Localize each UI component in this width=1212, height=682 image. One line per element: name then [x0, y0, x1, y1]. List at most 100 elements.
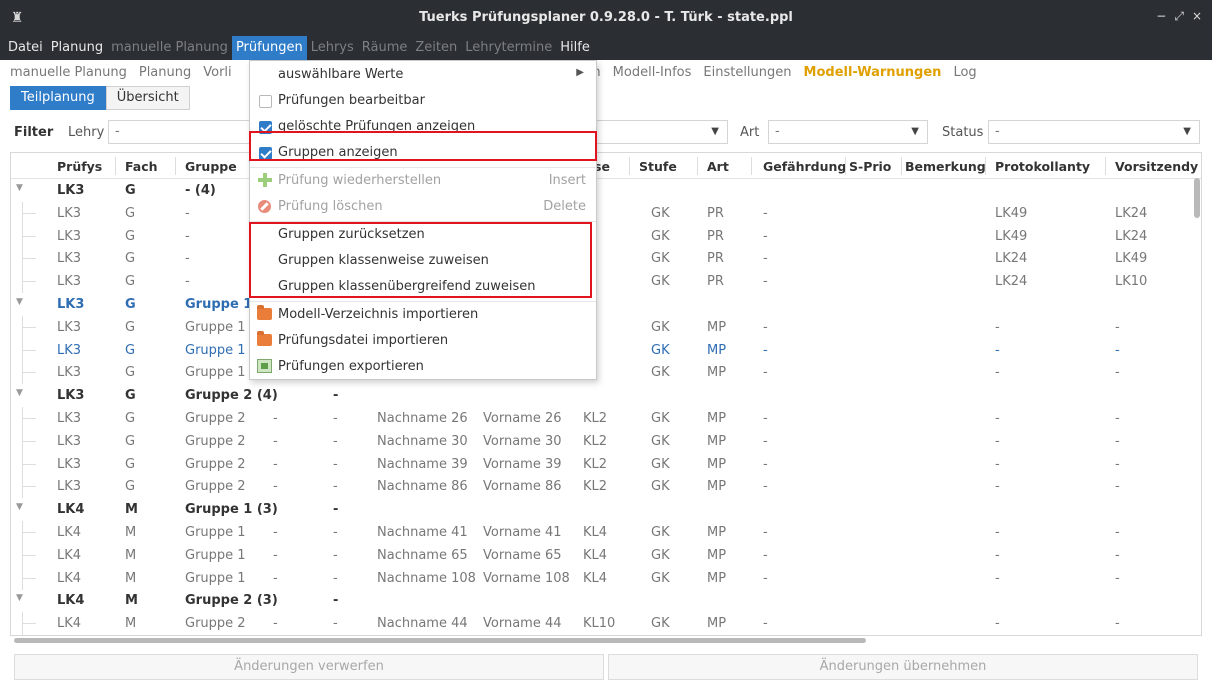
- table-cell: -: [995, 547, 1000, 563]
- horizontal-scrollbar[interactable]: [14, 638, 866, 643]
- tab-teilplanung[interactable]: Teilplanung: [10, 86, 106, 110]
- table-cell: LK49: [995, 205, 1028, 221]
- table-row[interactable]: LK3 G Gruppe 1 GK MP - - -: [11, 338, 1201, 362]
- checkbox-icon[interactable]: [259, 95, 272, 108]
- tab-planung[interactable]: Planung: [133, 65, 197, 80]
- menu-item-pruefungsdatei-importieren[interactable]: Prüfungsdatei importieren: [250, 328, 596, 354]
- menu-item-auswaehlbare-werte[interactable]: auswählbare Werte ▶: [250, 62, 596, 88]
- table-row[interactable]: LK3 G Gruppe 2 - - Nachname 26 Vorname 26 KL2 GK…: [11, 407, 1201, 430]
- col-vorsitzendy[interactable]: Vorsitzendy: [1115, 159, 1198, 174]
- pruefungen-menu: auswählbare Werte ▶ Prüfungen bearbeitbar g…: [249, 60, 597, 380]
- menu-item-gruppen-anzeigen[interactable]: Gruppen anzeigen: [250, 140, 596, 166]
- vertical-scrollbar[interactable]: [1194, 178, 1200, 218]
- menu-raeume[interactable]: Räume: [358, 36, 412, 60]
- menu-lehrys[interactable]: Lehrys: [307, 36, 358, 60]
- table-row[interactable]: LK3 G Gruppe 1 GK MP - - -: [11, 361, 1201, 385]
- apply-changes-button[interactable]: Änderungen übernehmen: [608, 654, 1198, 680]
- menu-hilfe[interactable]: Hilfe: [556, 36, 594, 60]
- col-fach[interactable]: Fach: [125, 159, 158, 174]
- tab-vorlieben[interactable]: Vorli: [197, 65, 237, 80]
- menu-item-geloeschte-pruefungen-anzeigen[interactable]: gelöschte Prüfungen anzeigen: [250, 114, 596, 140]
- table-row[interactable]: LK4 M Gruppe 1 - - Nachname 108 Vorname 108 KL4…: [11, 566, 1201, 590]
- minimize-icon[interactable]: −: [1156, 9, 1166, 24]
- col-stufe[interactable]: Stufe: [639, 159, 677, 174]
- table-cell: -: [273, 411, 278, 426]
- menu-item-gruppen-klassenuebergreifend-zuweisen[interactable]: Gruppen klassenübergreifend zuweisen: [250, 274, 596, 300]
- exam-table[interactable]: Prüfys Fach Gruppe se Stufe Art Gefährdu…: [10, 152, 1202, 636]
- table-cell: KL2: [583, 456, 608, 472]
- col-art[interactable]: Art: [707, 159, 729, 174]
- table-cell: Vorname 41: [483, 525, 562, 540]
- table-row[interactable]: LK3 G - GK PR - LK24 LK10: [11, 270, 1201, 294]
- expand-triangle-icon[interactable]: ▼: [16, 297, 23, 307]
- col-protokollanty[interactable]: Protokollanty: [995, 159, 1090, 174]
- table-row[interactable]: LK4 M Gruppe 2 - - Nachname 44 Vorname 44 KL10 G…: [11, 612, 1201, 635]
- table-group-row[interactable]: ▼ LK4 M Gruppe 1 (3) -: [11, 498, 1201, 521]
- tab-manuelle-planung[interactable]: manuelle Planung: [4, 65, 133, 80]
- table-cell: MP: [707, 342, 727, 358]
- menu-lehrytermine[interactable]: Lehrytermine: [461, 36, 556, 60]
- table-cell: -: [995, 616, 1000, 632]
- delete-icon: [258, 200, 271, 213]
- col-bemerkung[interactable]: Bemerkung: [905, 159, 986, 174]
- col-s-prio[interactable]: S-Prio: [849, 159, 891, 174]
- menu-item-gruppen-klassenweise-zuweisen[interactable]: Gruppen klassenweise zuweisen: [250, 248, 596, 274]
- table-cell: GK: [651, 570, 670, 586]
- menu-item-modell-verzeichnis-importieren[interactable]: Modell-Verzeichnis importieren: [250, 302, 596, 328]
- sub-tab-bar: Teilplanung Übersicht: [10, 86, 190, 110]
- table-group-row[interactable]: ▼ LK4 M Gruppe 2 (3) -: [11, 589, 1201, 612]
- expand-triangle-icon[interactable]: ▼: [16, 388, 23, 398]
- art-filter-select[interactable]: - ▼: [768, 120, 928, 144]
- table-cell: -: [763, 365, 768, 381]
- tab-einstellungen[interactable]: Einstellungen: [697, 65, 797, 80]
- table-row[interactable]: LK3 G Gruppe 2 - - Nachname 86 Vorname 86 KL2 GK…: [11, 475, 1201, 499]
- table-cell: PR: [707, 274, 724, 290]
- menu-bar: Datei Planung manuelle Planung Prüfungen…: [0, 36, 1212, 60]
- lehry-filter-value: -: [115, 124, 120, 139]
- status-filter-select[interactable]: - ▼: [988, 120, 1200, 144]
- table-group-row[interactable]: ▼ LK3 G Gruppe 2 (4) -: [11, 384, 1201, 407]
- table-row[interactable]: LK3 G - GK PR - LK49 LK24: [11, 224, 1201, 248]
- table-cell: G: [125, 205, 136, 221]
- table-cell: GK: [651, 433, 670, 449]
- menu-pruefungen[interactable]: Prüfungen: [231, 36, 307, 60]
- table-cell: G: [125, 456, 136, 472]
- table-cell: Gruppe 1: [185, 297, 253, 312]
- col-pruefys[interactable]: Prüfys: [57, 159, 102, 174]
- table-cell: -: [333, 593, 339, 609]
- table-row[interactable]: LK4MGruppe 2--Nachname 88Vorname 88KL10G…: [11, 635, 1201, 636]
- table-group-row[interactable]: ▼ LK3 G - (4): [11, 179, 1201, 202]
- discard-changes-button[interactable]: Änderungen verwerfen: [14, 654, 604, 680]
- menu-planung[interactable]: Planung: [47, 36, 107, 60]
- col-gruppe[interactable]: Gruppe: [185, 159, 237, 174]
- tab-uebersicht[interactable]: Übersicht: [105, 86, 190, 110]
- menu-item-gruppen-zuruecksetzen[interactable]: Gruppen zurücksetzen: [250, 222, 596, 248]
- table-row[interactable]: LK4 M Gruppe 1 - - Nachname 41 Vorname 41 KL4 GK…: [11, 521, 1201, 544]
- menu-item-pruefung-wiederherstellen[interactable]: Prüfung wiederherstellen Insert: [250, 168, 596, 194]
- menu-item-pruefungen-exportieren[interactable]: Prüfungen exportieren: [250, 354, 596, 380]
- menu-zeiten[interactable]: Zeiten: [411, 36, 461, 60]
- tab-log[interactable]: Log: [947, 65, 982, 80]
- table-row[interactable]: LK3 G Gruppe 1 GK MP - - -: [11, 315, 1201, 339]
- table-group-row[interactable]: ▼ LK3 G Gruppe 1: [11, 293, 1201, 316]
- menu-manuelle-planung[interactable]: manuelle Planung: [107, 36, 232, 60]
- maximize-icon[interactable]: ⤢: [1174, 9, 1184, 24]
- table-row[interactable]: LK3 G Gruppe 2 - - Nachname 30 Vorname 30 KL2 GK…: [11, 429, 1201, 453]
- checkbox-icon[interactable]: [259, 147, 272, 160]
- menu-item-pruefungen-bearbeitbar[interactable]: Prüfungen bearbeitbar: [250, 88, 596, 114]
- tab-modell-warnungen[interactable]: Modell-Warnungen: [798, 65, 948, 80]
- tab-modell-infos[interactable]: Modell-Infos: [607, 65, 698, 80]
- table-row[interactable]: LK3 G Gruppe 2 - - Nachname 39 Vorname 39 KL2 GK…: [11, 452, 1201, 476]
- expand-triangle-icon[interactable]: ▼: [16, 183, 23, 193]
- expand-triangle-icon[interactable]: ▼: [16, 502, 23, 512]
- table-row[interactable]: LK3 G - GK PR - LK49 LK24: [11, 201, 1201, 225]
- menu-item-pruefung-loeschen[interactable]: Prüfung löschen Delete: [250, 194, 596, 220]
- expand-triangle-icon[interactable]: ▼: [16, 593, 23, 603]
- table-row[interactable]: LK3 G - GK PR - LK24 LK49: [11, 247, 1201, 271]
- close-icon[interactable]: ×: [1192, 9, 1202, 24]
- table-row[interactable]: LK4 M Gruppe 1 - - Nachname 65 Vorname 65 KL4 GK…: [11, 543, 1201, 567]
- menu-datei[interactable]: Datei: [4, 36, 47, 60]
- col-gefaehrdung[interactable]: Gefährdung: [763, 159, 846, 174]
- checkbox-icon[interactable]: [259, 121, 272, 134]
- column-divider: [1105, 157, 1106, 175]
